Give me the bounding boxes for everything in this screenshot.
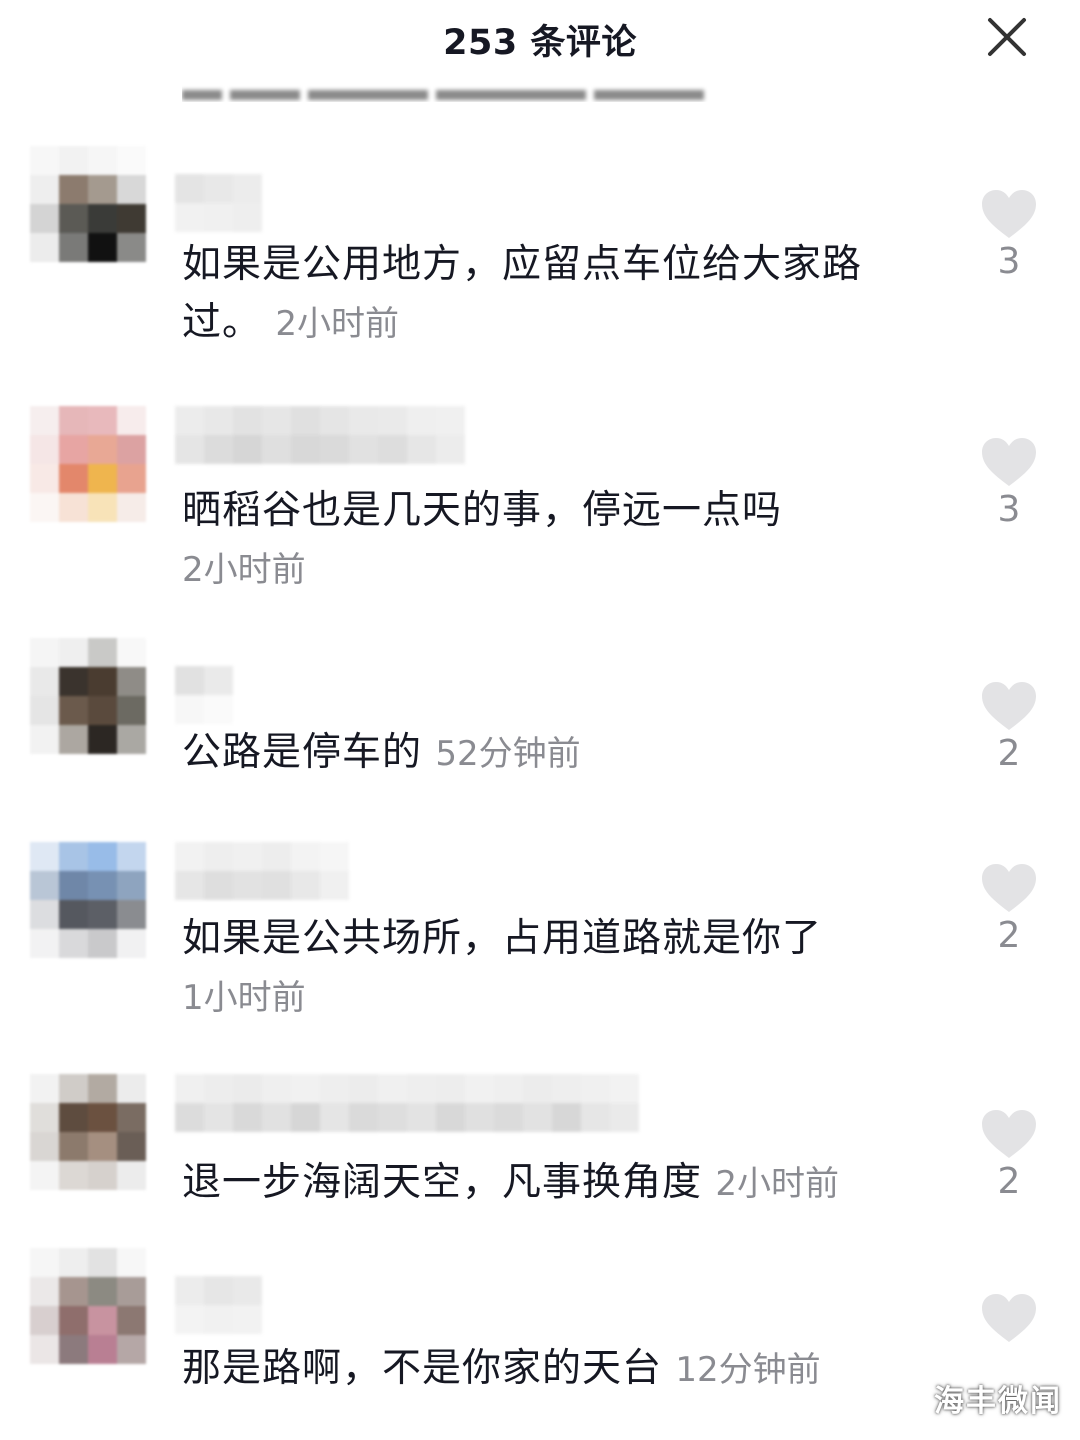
heart-icon (982, 190, 1036, 238)
comment-time: 1小时前 (182, 978, 306, 1018)
close-icon (988, 18, 1026, 56)
previous-comment-cutoff (182, 80, 782, 102)
comment-count-title: 253 条评论 (443, 23, 637, 63)
comment-time: 2小时前 (182, 550, 306, 590)
like-count: 2 (997, 733, 1021, 774)
avatar[interactable] (30, 1074, 146, 1190)
comment-text: 如果是公用地方，应留点车位给大家路过。 2小时前 (182, 242, 863, 345)
avatar[interactable] (30, 146, 146, 262)
comment-text: 晒稻谷也是几天的事，停远一点吗 2小时前 (182, 488, 783, 590)
like-button[interactable]: 2 (978, 862, 1040, 958)
like-count: 2 (997, 1161, 1021, 1202)
avatar[interactable] (30, 842, 146, 958)
avatar[interactable] (30, 638, 146, 754)
comment-text: 退一步海阔天空，凡事换角度 2小时前 (182, 1160, 840, 1205)
like-button[interactable]: 2 (978, 1108, 1040, 1204)
username[interactable] (175, 666, 233, 724)
heart-icon (982, 1110, 1036, 1158)
like-button[interactable]: 3 (978, 188, 1040, 284)
comment-time: 2小时前 (715, 1164, 840, 1204)
username[interactable] (175, 1074, 639, 1132)
avatar[interactable] (30, 1248, 146, 1364)
like-count: 2 (997, 915, 1021, 956)
username[interactable] (175, 1276, 262, 1334)
heart-icon (982, 864, 1036, 912)
like-button[interactable]: 3 (978, 436, 1040, 532)
comment-text: 公路是停车的 52分钟前 (182, 730, 581, 775)
like-count: 3 (997, 489, 1021, 530)
comment-time: 52分钟前 (435, 734, 581, 774)
like-button[interactable] (978, 1292, 1040, 1344)
heart-icon (982, 1294, 1036, 1342)
avatar[interactable] (30, 406, 146, 522)
comment-text: 那是路啊，不是你家的天台 12分钟前 (182, 1346, 821, 1391)
comment-text: 如果是公共场所，占用道路就是你了 1小时前 (182, 916, 823, 1018)
username[interactable] (175, 842, 349, 900)
like-button[interactable]: 2 (978, 680, 1040, 776)
heart-icon (982, 438, 1036, 486)
close-button[interactable] (984, 14, 1030, 60)
username[interactable] (175, 174, 262, 232)
comments-header: 253 条评论 (0, 0, 1080, 78)
heart-icon (982, 682, 1036, 730)
comment-time: 2小时前 (275, 304, 400, 344)
like-count: 3 (997, 241, 1021, 282)
comment-time: 12分钟前 (675, 1350, 821, 1390)
username[interactable] (175, 406, 465, 464)
watermark: 海丰微闻 (934, 1384, 1062, 1419)
